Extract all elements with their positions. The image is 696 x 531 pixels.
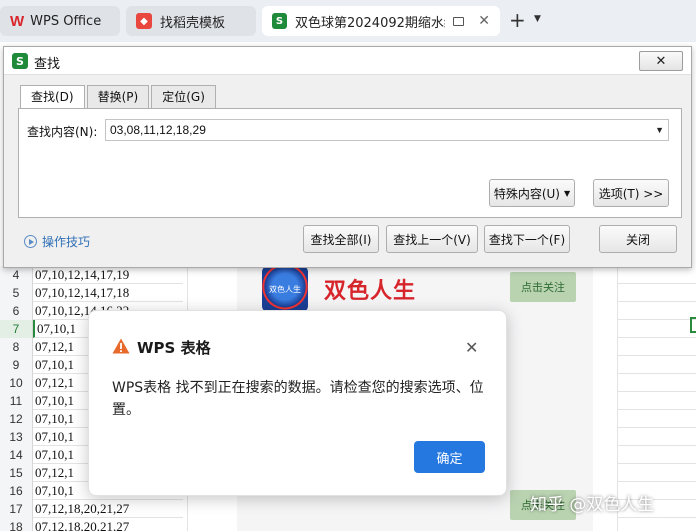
find-all-button[interactable]: 查找全部(I) [303, 225, 379, 253]
find-previous-button[interactable]: 查找上一个(V) [386, 225, 478, 253]
find-what-input[interactable]: 03,08,11,12,18,29 ▼ [105, 119, 669, 141]
tab-goto[interactable]: 定位(G) [151, 85, 216, 109]
options-button[interactable]: 选项(T) >> [593, 179, 669, 207]
table-cell[interactable]: 07,10,12,14,17,19 [33, 266, 183, 284]
table-cell[interactable] [618, 284, 696, 302]
find-dialog: S 查找 ✕ 查找(D) 替换(P) 定位(G) 查找内容(N): 03,08,… [3, 46, 692, 268]
row-header[interactable]: 16 [0, 482, 33, 500]
find-dialog-titlebar[interactable]: S 查找 ✕ [4, 47, 691, 75]
row-header[interactable]: 11 [0, 392, 33, 410]
row-header[interactable]: 6 [0, 302, 33, 320]
new-tab-plus-icon[interactable]: + [509, 10, 526, 30]
row-header[interactable]: 8 [0, 338, 33, 356]
find-what-value: 03,08,11,12,18,29 [110, 123, 206, 137]
row-header[interactable]: 5 [0, 284, 33, 302]
spreadsheet-app-icon: S [12, 53, 28, 69]
tab-label: 双色球第2024092期缩水结果 [294, 15, 445, 31]
tab-replace[interactable]: 替换(P) [86, 85, 150, 109]
row-header[interactable]: 14 [0, 446, 33, 464]
tab-label: 找稻壳模板 [160, 15, 226, 31]
play-circle-icon [24, 235, 37, 248]
find-next-button[interactable]: 查找下一个(F) [484, 225, 570, 253]
table-cell[interactable]: 07,12,18,20,21,27 [33, 518, 183, 531]
row-header[interactable]: 15 [0, 464, 33, 482]
row-header[interactable]: 13 [0, 428, 33, 446]
find-dialog-close-button[interactable]: ✕ [639, 51, 683, 71]
find-tab-panel: 查找内容(N): 03,08,11,12,18,29 ▼ 特殊内容(U) ▼ 选… [18, 108, 682, 218]
cell-selection-marker [690, 317, 696, 333]
table-cell[interactable] [618, 356, 696, 374]
find-dialog-title: 查找 [34, 57, 61, 72]
table-cell[interactable] [618, 518, 696, 531]
close-tab-icon[interactable]: ✕ [478, 13, 490, 29]
row-header[interactable]: 4 [0, 266, 33, 284]
table-cell[interactable] [618, 302, 696, 320]
find-what-label: 查找内容(N): [27, 125, 98, 139]
follow-button[interactable]: 点击关注 [510, 272, 576, 302]
close-button[interactable]: 关闭 [599, 225, 677, 253]
row-header[interactable]: 9 [0, 356, 33, 374]
row-header[interactable]: 17 [0, 500, 33, 518]
table-cell[interactable]: 07,10,12,14,17,18 [33, 284, 183, 302]
table-cell[interactable] [618, 338, 696, 356]
table-cell[interactable] [618, 464, 696, 482]
docer-icon: ◆ [136, 13, 152, 29]
alert-message: WPS表格 找不到正在搜索的数据。请检查您的搜索选项、位置。 [112, 380, 484, 418]
title-tab-bar: W WPS Office ◆ 找稻壳模板 S 双色球第2024092期缩水结果 … [0, 0, 696, 42]
watermark-text: 知乎 @双色人生 [530, 495, 655, 515]
tab-find[interactable]: 查找(D) [20, 85, 85, 110]
chevron-down-icon[interactable]: ▼ [655, 120, 664, 140]
table-cell[interactable] [618, 410, 696, 428]
not-found-alert-dialog: WPS 表格 ✕ WPS表格 找不到正在搜索的数据。请检查您的搜索选项、位置。 … [88, 310, 507, 496]
banner-logo-icon: 双色人生 [262, 266, 308, 312]
row-header[interactable]: 12 [0, 410, 33, 428]
wps-logo-icon: W [10, 12, 25, 30]
operation-tips-link[interactable]: 操作技巧 [24, 233, 90, 250]
tab-label: WPS Office [30, 13, 102, 29]
ok-button[interactable]: 确定 [414, 441, 485, 473]
spreadsheet-s-icon: S [272, 13, 287, 29]
table-cell[interactable] [618, 428, 696, 446]
table-cell[interactable] [618, 320, 696, 338]
table-cell[interactable]: 07,12,18,20,21,27 [33, 500, 183, 518]
tab-wps-office[interactable]: W WPS Office [0, 6, 120, 36]
monitor-icon[interactable] [452, 16, 465, 26]
row-header[interactable]: 18 [0, 518, 33, 531]
table-cell[interactable] [618, 446, 696, 464]
row-header[interactable]: 10 [0, 374, 33, 392]
tab-docer-templates[interactable]: ◆ 找稻壳模板 [126, 6, 256, 36]
special-content-button[interactable]: 特殊内容(U) ▼ [489, 179, 575, 207]
row-header[interactable]: 7 [0, 320, 33, 338]
table-cell[interactable] [618, 374, 696, 392]
dropdown-arrow-icon: ▼ [564, 188, 571, 198]
warning-icon [112, 338, 130, 354]
find-dialog-tabs: 查找(D) 替换(P) 定位(G) [20, 85, 218, 110]
table-cell[interactable] [618, 266, 696, 284]
close-icon[interactable]: ✕ [465, 338, 478, 357]
close-icon: ✕ [655, 53, 667, 69]
alert-title: WPS 表格 [137, 339, 211, 357]
chevron-down-icon[interactable]: ▼ [534, 14, 541, 24]
tab-spreadsheet-active[interactable]: S 双色球第2024092期缩水结果 ✕ [262, 6, 500, 36]
table-cell[interactable] [618, 392, 696, 410]
banner-title: 双色人生 [324, 279, 417, 304]
